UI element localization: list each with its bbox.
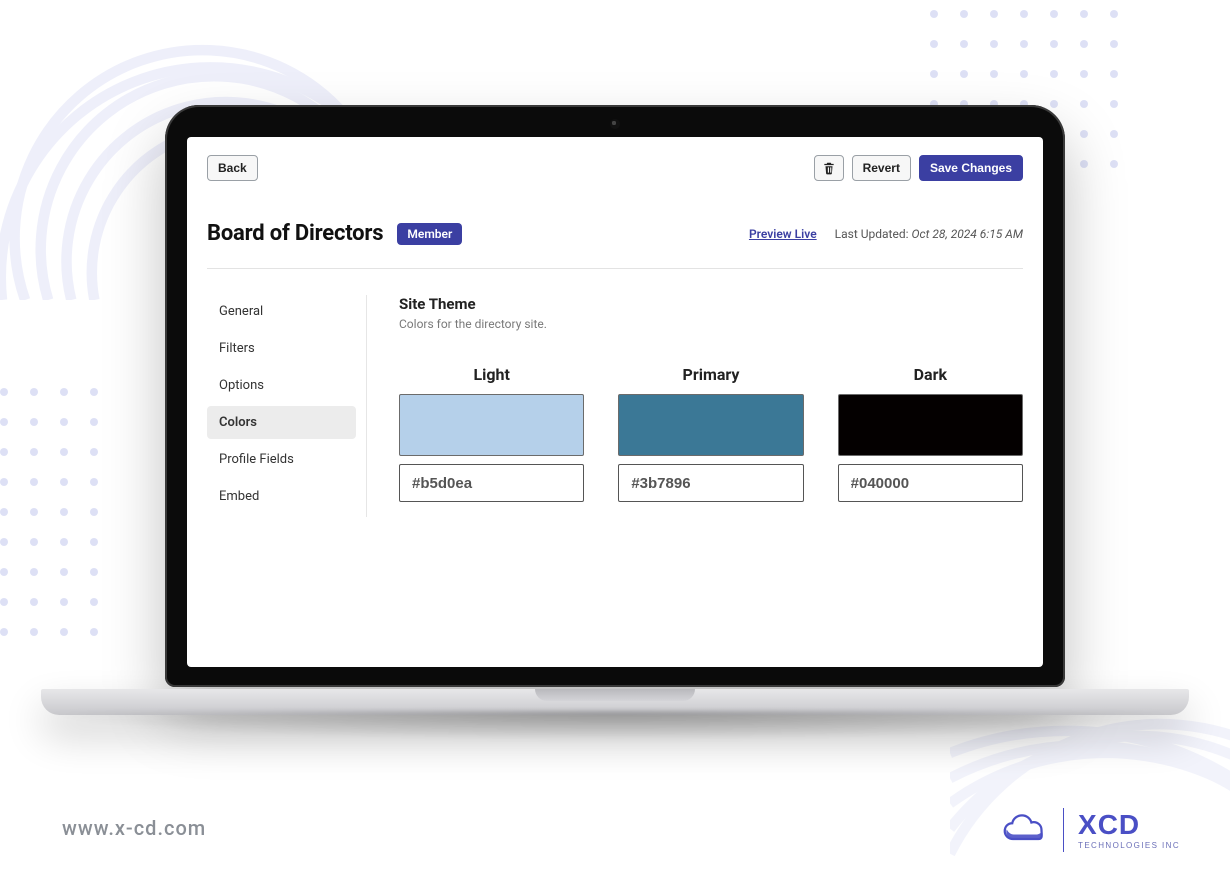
sidebar-item-profile-fields[interactable]: Profile Fields xyxy=(207,443,356,476)
swatch-label: Dark xyxy=(838,365,1023,384)
color-swatch-dark: Dark xyxy=(838,365,1023,502)
sidebar-item-general[interactable]: General xyxy=(207,295,356,328)
section-title: Site Theme xyxy=(399,295,1023,313)
section-subtitle: Colors for the directory site. xyxy=(399,317,1023,331)
laptop-mockup: Back Revert Save Changes xyxy=(165,105,1065,745)
decor-dots-bottom-left xyxy=(0,388,150,688)
sidebar-item-colors[interactable]: Colors xyxy=(207,406,356,439)
color-swatch-light: Light xyxy=(399,365,584,502)
title-divider xyxy=(207,268,1023,269)
brand-logo: XCD TECHNOLOGIES INC xyxy=(1001,808,1180,852)
last-updated: Last Updated: Oct 28, 2024 6:15 AM xyxy=(835,227,1023,241)
cloud-icon xyxy=(1001,813,1049,847)
color-swatch-primary: Primary xyxy=(618,365,803,502)
page-title: Board of Directors xyxy=(207,221,383,246)
swatch-label: Light xyxy=(399,365,584,384)
sidebar-item-embed[interactable]: Embed xyxy=(207,480,356,513)
toolbar: Back Revert Save Changes xyxy=(207,155,1023,181)
title-row: Board of Directors Member Preview Live L… xyxy=(207,221,1023,246)
back-button[interactable]: Back xyxy=(207,155,258,181)
brand-name: XCD xyxy=(1078,811,1180,839)
color-swatches: Light Primary Dark xyxy=(399,365,1023,502)
delete-button[interactable] xyxy=(814,155,844,181)
swatch-preview[interactable] xyxy=(838,394,1023,456)
footer-url: www.x-cd.com xyxy=(62,816,206,840)
laptop-base xyxy=(41,689,1189,753)
settings-sidebar: General Filters Options Colors Profile Field… xyxy=(207,295,367,517)
trash-icon xyxy=(822,161,836,175)
sidebar-item-options[interactable]: Options xyxy=(207,369,356,402)
swatch-preview[interactable] xyxy=(399,394,584,456)
laptop-camera xyxy=(610,119,620,129)
app-body: General Filters Options Colors Profile Field… xyxy=(207,295,1023,517)
brand-separator xyxy=(1063,808,1064,852)
preview-live-link[interactable]: Preview Live xyxy=(749,227,817,241)
laptop-screen: Back Revert Save Changes xyxy=(187,137,1043,667)
laptop-screen-frame: Back Revert Save Changes xyxy=(165,105,1065,687)
swatch-hex-input[interactable] xyxy=(399,464,584,502)
last-updated-value: Oct 28, 2024 6:15 AM xyxy=(912,227,1023,241)
main-panel: Site Theme Colors for the directory site… xyxy=(367,295,1023,517)
swatch-label: Primary xyxy=(618,365,803,384)
last-updated-label: Last Updated: xyxy=(835,227,909,241)
sidebar-item-filters[interactable]: Filters xyxy=(207,332,356,365)
swatch-preview[interactable] xyxy=(618,394,803,456)
brand-tagline: TECHNOLOGIES INC xyxy=(1078,841,1180,850)
save-changes-button[interactable]: Save Changes xyxy=(919,155,1023,181)
revert-button[interactable]: Revert xyxy=(852,155,911,181)
swatch-hex-input[interactable] xyxy=(838,464,1023,502)
swatch-hex-input[interactable] xyxy=(618,464,803,502)
member-badge: Member xyxy=(397,223,462,245)
